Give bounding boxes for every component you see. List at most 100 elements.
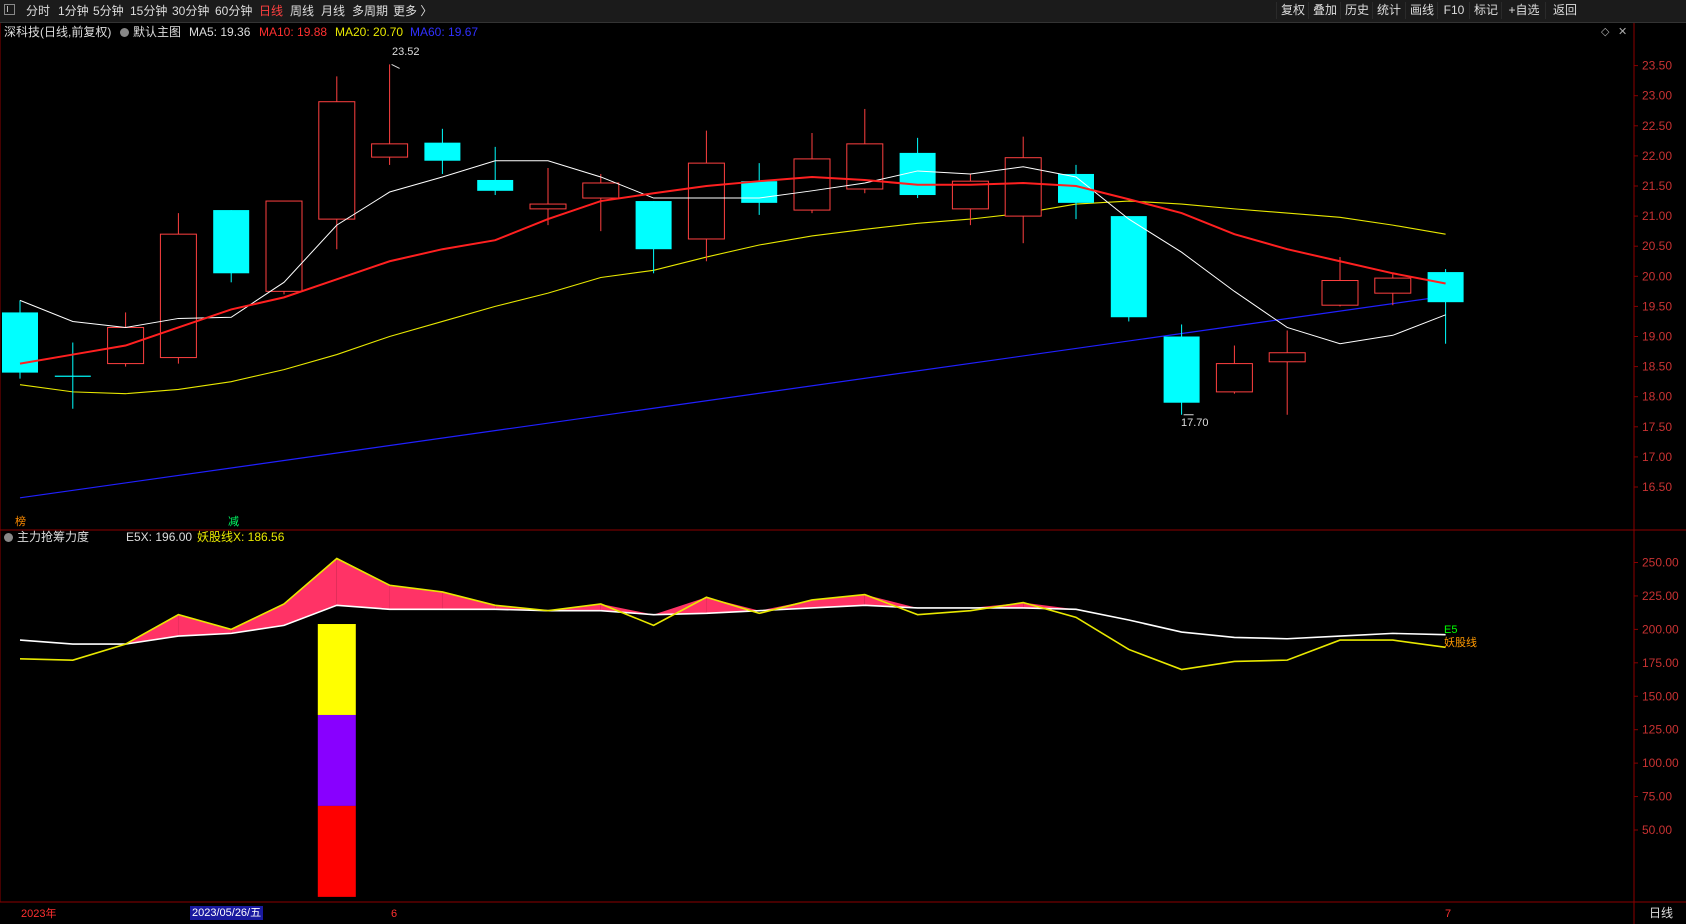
fuquan-button[interactable]: 复权 <box>1276 2 1309 19</box>
y-tick-label: 17.00 <box>1642 450 1672 464</box>
candle-body <box>1215 363 1253 393</box>
sub-indicator-layer <box>19 557 1446 897</box>
stats-button[interactable]: 统计 <box>1372 2 1405 19</box>
candle-body <box>741 181 778 203</box>
y-tick-label: 17.50 <box>1642 420 1672 434</box>
overlay-button[interactable]: 叠加 <box>1308 2 1341 19</box>
period-tab-30min[interactable]: 30分钟 <box>172 3 209 19</box>
y-tick-label: 18.50 <box>1642 360 1672 374</box>
candle-body <box>477 179 514 191</box>
main-indicator-selector[interactable]: 默认主图 <box>120 25 181 39</box>
yao-line <box>19 557 1446 671</box>
y-tick-label: 23.50 <box>1642 59 1672 73</box>
period-tab-more[interactable]: 更多 〉 <box>393 3 432 19</box>
period-tab-monthly[interactable]: 月线 <box>321 3 345 19</box>
draw-button[interactable]: 画线 <box>1405 2 1438 19</box>
sub-y-tick-label: 225.00 <box>1642 589 1679 603</box>
period-tab-1min[interactable]: 1分钟 <box>58 3 89 19</box>
sub-y-tick-label: 250.00 <box>1642 556 1679 570</box>
main-indicator-name: 默认主图 <box>133 25 182 39</box>
period-tab-fenshi[interactable]: 分时 <box>26 3 50 19</box>
y-tick-label: 16.50 <box>1642 480 1672 494</box>
ma10-value: MA10: 19.88 <box>259 25 328 39</box>
candle-body <box>1163 336 1200 403</box>
diamond-icon[interactable]: ◇ <box>1601 25 1609 39</box>
ma5-value: MA5: 19.36 <box>189 25 251 39</box>
period-label: 日线 <box>1649 906 1674 920</box>
chart-frame <box>0 23 1686 924</box>
candle-body <box>1427 272 1464 303</box>
candle-body <box>1374 277 1412 294</box>
fill-area <box>178 614 232 637</box>
candle-body <box>159 233 197 359</box>
sub-y-tick-label: 200.00 <box>1642 622 1679 636</box>
period-tab-multi[interactable]: 多周期 <box>352 3 388 19</box>
selector-icon <box>120 28 129 37</box>
year-label: 2023年 <box>21 908 57 920</box>
mark-button[interactable]: 标记 <box>1469 2 1502 19</box>
sub-indicator-name: 主力抢筹力度 <box>17 530 90 544</box>
y-tick-label: 20.50 <box>1642 239 1672 253</box>
add-watchlist-button[interactable]: +自选 <box>1501 2 1546 19</box>
candle-body <box>318 101 356 220</box>
e5x-value: E5X: 196.00 <box>126 530 193 544</box>
candle-body <box>582 182 620 199</box>
period-toolbar: 分时 1分钟 5分钟 15分钟 30分钟 60分钟 日线 周线 月线 多周期 更… <box>0 0 1686 23</box>
sub-y-tick-label: 75.00 <box>1642 790 1672 804</box>
period-tab-15min[interactable]: 15分钟 <box>130 3 167 19</box>
low-price-label: 17.70 <box>1181 417 1209 429</box>
candle-body <box>846 143 884 190</box>
sub-y-tick-label: 50.00 <box>1642 823 1672 837</box>
candle-body <box>213 210 250 274</box>
candle-body <box>1268 352 1306 363</box>
candle-body <box>529 203 567 210</box>
stock-name: 深科技 <box>4 25 41 39</box>
candle-body <box>1321 280 1359 306</box>
ma60-value: MA60: 19.67 <box>410 25 479 39</box>
period-tab-5min[interactable]: 5分钟 <box>93 3 124 19</box>
yao-line-tag: 妖股线 <box>1444 637 1477 649</box>
high-price-label: 23.52 <box>392 46 420 58</box>
chart-area[interactable]: 16.50 17.00 17.50 18.00 18.50 19.00 19.50 20.00… <box>0 23 1686 924</box>
candle-body <box>2 312 38 373</box>
ma60-path <box>19 295 1446 499</box>
month-6-label: 6 <box>391 908 398 920</box>
candle-body <box>265 200 303 292</box>
main-y-axis: 16.50 17.00 17.50 18.00 18.50 19.00 19.50 20.00… <box>1634 59 1672 494</box>
sub-indicator-selector[interactable]: 主力抢筹力度 <box>4 530 89 544</box>
ma20-value: MA20: 20.70 <box>335 25 404 39</box>
sub-y-tick-label: 175.00 <box>1642 656 1679 670</box>
history-button[interactable]: 历史 <box>1340 2 1373 19</box>
sub-y-tick-label: 150.00 <box>1642 689 1679 703</box>
y-tick-label: 22.50 <box>1642 119 1672 133</box>
sub-y-tick-label: 100.00 <box>1642 756 1679 770</box>
yaox-value: 妖股线X: 186.56 <box>197 530 285 544</box>
sub-y-axis: 50.00 75.00 100.00 125.00 150.00 175.00 200.00… <box>1634 556 1679 837</box>
sub-selector-icon <box>4 533 13 542</box>
y-tick-label: 19.50 <box>1642 299 1672 313</box>
y-tick-label: 19.00 <box>1642 330 1672 344</box>
fill-area <box>336 558 390 610</box>
candle-body <box>424 142 461 161</box>
period-tab-60min[interactable]: 60分钟 <box>215 3 252 19</box>
ma60-line <box>19 295 1446 499</box>
month-7-label: 7 <box>1445 908 1452 920</box>
f10-button[interactable]: F10 <box>1437 2 1470 19</box>
stacked-bar-segment <box>317 714 356 806</box>
y-tick-label: 20.00 <box>1642 269 1672 283</box>
candles-layer <box>2 63 1464 416</box>
period-tab-weekly[interactable]: 周线 <box>290 3 314 19</box>
candle-body <box>793 158 831 211</box>
stock-mode: (日线,前复权) <box>40 25 112 39</box>
stacked-bar-segment <box>317 624 356 715</box>
e5-line-tag: E5 <box>1444 624 1458 636</box>
y-tick-label: 22.00 <box>1642 149 1672 163</box>
y-tick-label: 23.00 <box>1642 89 1672 103</box>
close-icon[interactable]: ✕ <box>1618 25 1627 39</box>
stock-title: 深科技(日线,前复权) <box>4 25 111 39</box>
back-button[interactable]: 返回 <box>1545 2 1584 19</box>
candle-body <box>635 201 672 250</box>
period-tab-daily[interactable]: 日线 <box>259 3 283 19</box>
candle-body <box>1110 216 1147 318</box>
layout-toggle-icon[interactable] <box>4 4 15 15</box>
